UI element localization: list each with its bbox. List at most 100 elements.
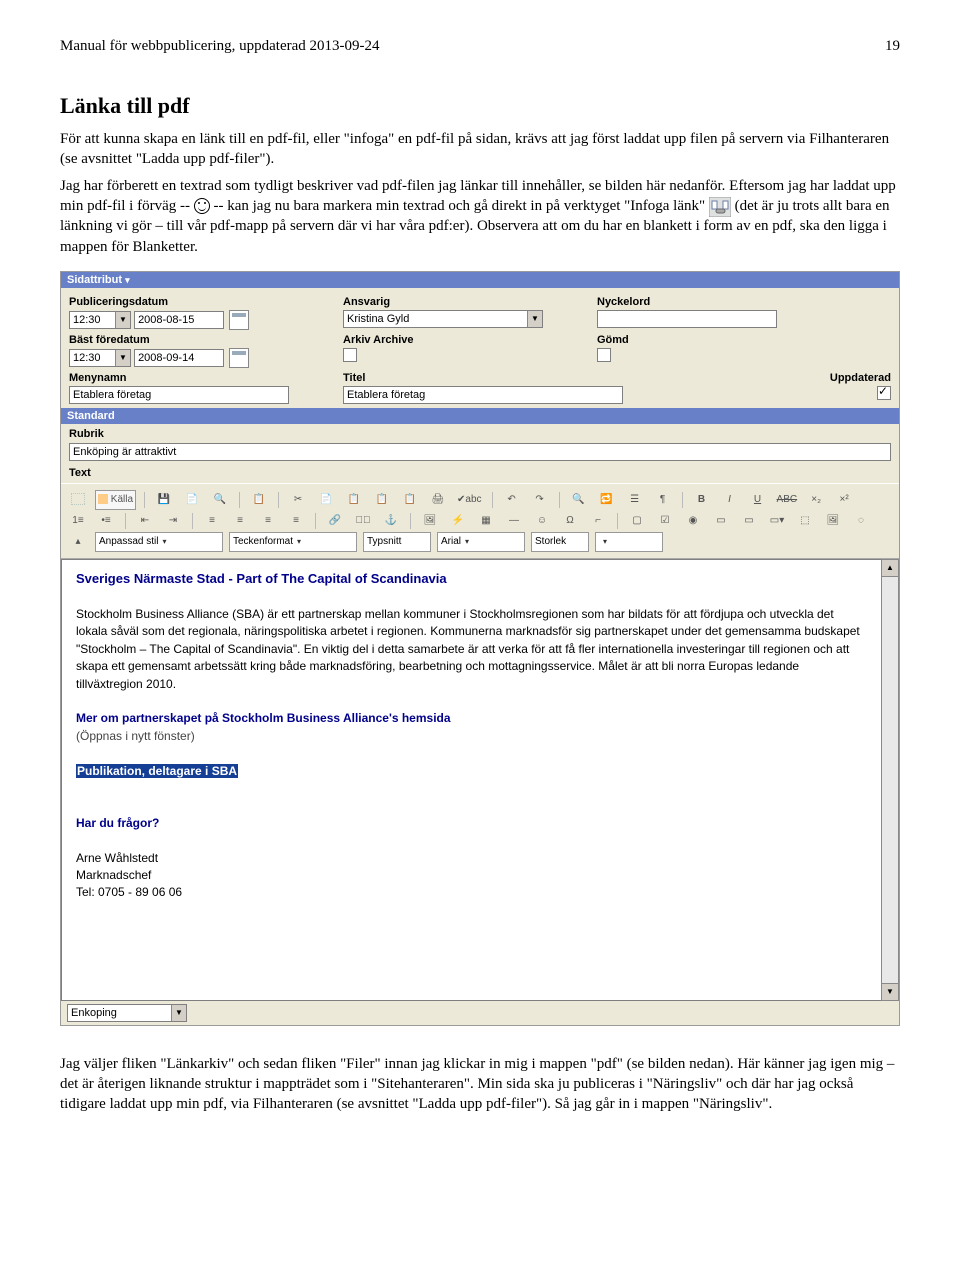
cut-icon[interactable]: ✂ — [287, 491, 309, 509]
paragraph-1: För att kunna skapa en länk till en pdf-… — [60, 129, 900, 170]
unlink-icon[interactable]: 🔗⃠ — [352, 512, 374, 530]
fullscreen-icon[interactable] — [67, 491, 89, 509]
remove-format-icon[interactable]: ¶ — [652, 491, 674, 509]
radio-icon[interactable]: ◉ — [682, 512, 704, 530]
calendar-icon[interactable] — [229, 348, 249, 368]
expire-date-input[interactable] — [134, 349, 224, 367]
collapse-icon: ▾ — [125, 275, 130, 285]
label-ansvarig: Ansvarig — [343, 296, 583, 308]
superscript-button[interactable]: ×² — [833, 491, 855, 509]
align-center-icon[interactable]: ≡ — [229, 512, 251, 530]
rich-text-editor[interactable]: Sveriges Närmaste Stad - Part of The Cap… — [61, 559, 881, 1001]
bullet-list-icon[interactable]: •≡ — [95, 512, 117, 530]
underline-button[interactable]: U — [747, 491, 769, 509]
label-text: Text — [69, 467, 91, 479]
strike-button[interactable]: ABC — [775, 491, 800, 509]
paste-icon[interactable]: 📋 — [343, 491, 365, 509]
uppdaterad-checkbox[interactable] — [877, 386, 891, 400]
smiley-icon — [194, 198, 210, 214]
paste-text-icon[interactable]: 📋 — [371, 491, 393, 509]
hidden-icon[interactable]: ◌ — [850, 512, 872, 530]
content-body: Stockholm Business Alliance (SBA) är ett… — [76, 606, 867, 693]
new-page-icon[interactable]: 📄 — [181, 491, 203, 509]
footer-select[interactable]: Enkoping▼ — [67, 1004, 187, 1022]
page-header: Manual för webbpublicering, uppdaterad 2… — [60, 38, 900, 55]
subscript-button[interactable]: ×₂ — [805, 491, 827, 509]
menynamn-input[interactable] — [69, 386, 289, 404]
textfield-icon[interactable]: ▭ — [710, 512, 732, 530]
italic-button[interactable]: I — [719, 491, 741, 509]
anchor-icon[interactable]: ⚓ — [380, 512, 402, 530]
rubrik-input[interactable] — [69, 443, 891, 461]
special-char-icon[interactable]: Ω — [559, 512, 581, 530]
table-icon[interactable]: ▦ — [475, 512, 497, 530]
arkiv-checkbox[interactable] — [343, 348, 357, 362]
content-heading: Sveriges Närmaste Stad - Part of The Cap… — [76, 570, 867, 589]
smiley-icon[interactable]: ☺ — [531, 512, 553, 530]
content-link[interactable]: Mer om partnerskapet på Stockholm Busine… — [76, 710, 867, 727]
save-icon[interactable]: 💾 — [153, 491, 175, 509]
scroll-down-icon[interactable]: ▼ — [882, 983, 898, 1000]
bold-button[interactable]: B — [691, 491, 713, 509]
size-label: Storlek — [531, 532, 589, 552]
find-icon[interactable]: 🔍 — [568, 491, 590, 509]
paragraph-after: Jag väljer fliken "Länkarkiv" och sedan … — [60, 1054, 900, 1115]
imagebutton-icon[interactable]: 🖼 — [822, 512, 844, 530]
numbered-list-icon[interactable]: 1≡ — [67, 512, 89, 530]
replace-icon[interactable]: 🔁 — [596, 491, 618, 509]
select-all-icon[interactable]: ☰ — [624, 491, 646, 509]
scroll-up-icon[interactable]: ▲ — [882, 560, 898, 577]
align-left-icon[interactable]: ≡ — [201, 512, 223, 530]
label-menynamn: Menynamn — [69, 372, 329, 384]
templates-icon[interactable]: 📋 — [248, 491, 270, 509]
pub-time-select[interactable]: 12:30▼ — [69, 311, 131, 329]
gomd-checkbox[interactable] — [597, 348, 611, 362]
titel-input[interactable] — [343, 386, 623, 404]
checkbox-icon[interactable]: ☑ — [654, 512, 676, 530]
source-button[interactable]: Källa — [95, 490, 136, 510]
format-select[interactable]: Teckenformat▾ — [229, 532, 357, 552]
flash-icon[interactable]: ⚡ — [447, 512, 469, 530]
copy-icon[interactable]: 📄 — [315, 491, 337, 509]
sidattribut-bar[interactable]: Sidattribut ▾ — [61, 272, 899, 288]
scrollbar-vertical[interactable]: ▲ ▼ — [881, 559, 899, 1001]
image-icon[interactable]: 🖼 — [419, 512, 441, 530]
button-icon[interactable]: ⬚ — [794, 512, 816, 530]
hr-icon[interactable]: — — [503, 512, 525, 530]
preview-icon[interactable]: 🔍 — [209, 491, 231, 509]
paragraph-2: Jag har förberett en textrad som tydligt… — [60, 176, 900, 257]
indent-icon[interactable]: ⇥ — [162, 512, 184, 530]
link-icon[interactable]: 🔗 — [324, 512, 346, 530]
scroll-track[interactable] — [882, 577, 898, 983]
pub-date-input[interactable] — [134, 311, 224, 329]
label-publiceringsdatum: Publiceringsdatum — [69, 296, 329, 308]
ansvarig-select[interactable]: Kristina Gyld▼ — [343, 310, 543, 328]
content-question: Har du frågor? — [76, 815, 867, 832]
redo-icon[interactable]: ↷ — [529, 491, 551, 509]
spellcheck-icon[interactable]: ✔abc — [455, 491, 484, 509]
outdent-icon[interactable]: ⇤ — [134, 512, 156, 530]
label-nyckelord: Nyckelord — [597, 296, 797, 308]
print-icon[interactable]: 🖨 — [427, 491, 449, 509]
editor-toolbar: Källa 💾 📄 🔍 📋 ✂ 📄 📋 📋 📋 🖨 ✔abc ↶ ↷ — [61, 483, 899, 559]
style-select[interactable]: Anpassad stil▾ — [95, 532, 223, 552]
standard-bar[interactable]: Standard — [61, 408, 899, 424]
page-number: 19 — [885, 38, 900, 55]
paste-word-icon[interactable]: 📋 — [399, 491, 421, 509]
align-right-icon[interactable]: ≡ — [257, 512, 279, 530]
undo-icon[interactable]: ↶ — [501, 491, 523, 509]
page-break-icon[interactable]: ⌐ — [587, 512, 609, 530]
font-select[interactable]: Arial▾ — [437, 532, 525, 552]
size-select[interactable]: ▾ — [595, 532, 663, 552]
expire-time-select[interactable]: 12:30▼ — [69, 349, 131, 367]
nyckelord-input[interactable] — [597, 310, 777, 328]
font-label: Typsnitt — [363, 532, 431, 552]
selected-text: Publikation, deltagare i SBA — [76, 764, 238, 778]
label-gomd: Gömd — [597, 334, 797, 346]
textarea-icon[interactable]: ▭ — [738, 512, 760, 530]
collapse-toolbar-icon[interactable]: ▴ — [67, 533, 89, 551]
select-icon[interactable]: ▭▾ — [766, 512, 788, 530]
align-justify-icon[interactable]: ≡ — [285, 512, 307, 530]
calendar-icon[interactable] — [229, 310, 249, 330]
form-icon[interactable]: ▢ — [626, 512, 648, 530]
